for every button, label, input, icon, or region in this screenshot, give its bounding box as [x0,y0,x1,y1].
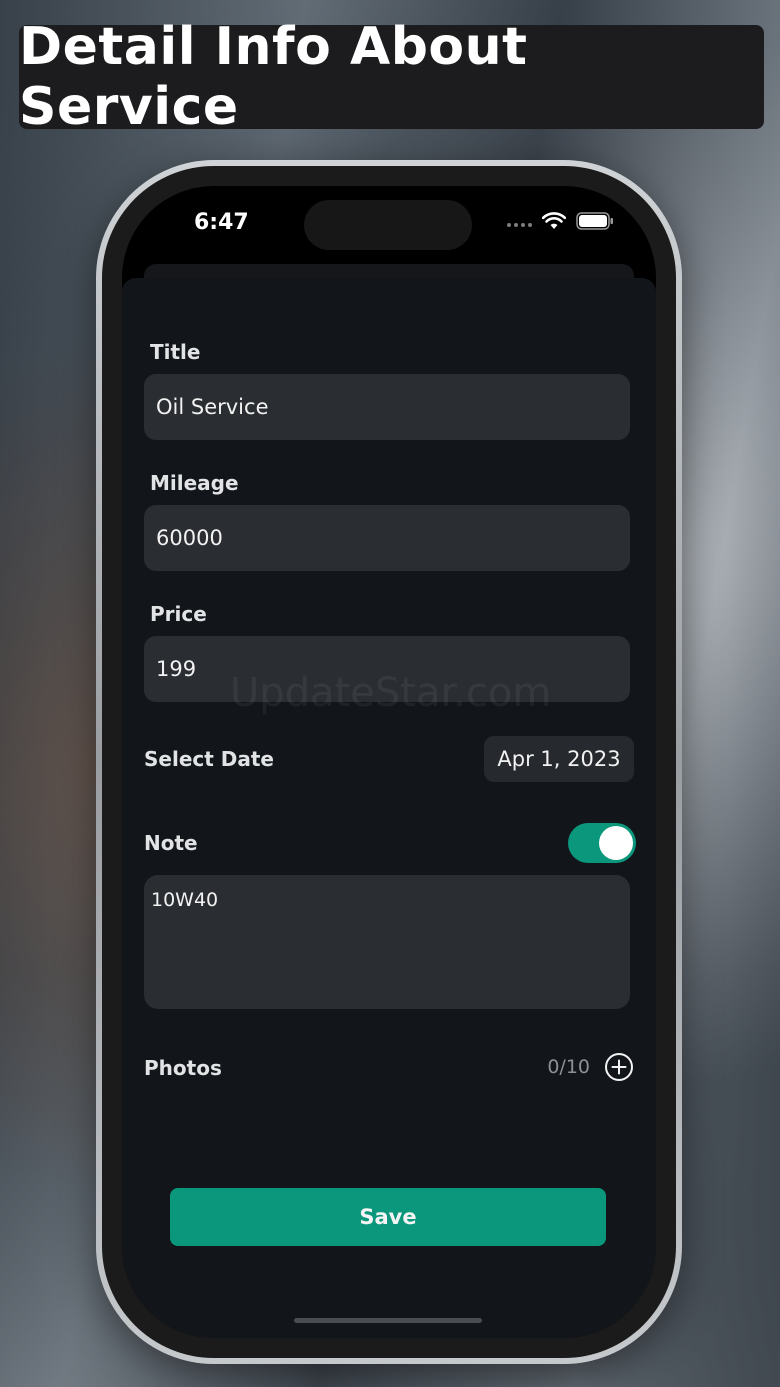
toggle-knob [599,826,633,860]
price-input-value: 199 [156,657,197,681]
home-indicator[interactable] [294,1318,482,1323]
date-value: Apr 1, 2023 [497,747,621,771]
photos-count: 0/10 [547,1056,590,1078]
status-time: 6:47 [194,210,249,235]
price-input[interactable]: 199 [144,636,630,702]
signal-dots-icon [507,223,532,227]
promo-banner: Detail Info About Service [19,17,764,137]
battery-icon [576,212,613,230]
service-detail-sheet: Title Oil Service Mileage 60000 Price 19… [122,278,656,1338]
add-photo-button[interactable] [604,1052,634,1082]
note-toggle[interactable] [568,823,636,863]
banner-title: Detail Info About Service [19,17,528,137]
save-button-label: Save [359,1205,417,1229]
note-label: Note [144,831,198,855]
title-label: Title [150,340,201,364]
mileage-input[interactable]: 60000 [144,505,630,571]
photos-label: Photos [144,1056,222,1080]
phone-bezel: 6:47 Title Oil Service Mileage 60000 Pri… [102,166,676,1358]
dynamic-island [304,200,472,250]
status-icons [507,212,614,230]
note-textarea[interactable]: 10W40 [144,875,630,1009]
phone-frame: 6:47 Title Oil Service Mileage 60000 Pri… [96,160,682,1364]
title-input-value: Oil Service [156,395,269,419]
mileage-input-value: 60000 [156,526,223,550]
phone-screen: 6:47 Title Oil Service Mileage 60000 Pri… [122,186,656,1338]
plus-circle-icon [605,1053,633,1081]
price-label: Price [150,602,207,626]
select-date-label: Select Date [144,747,274,771]
mileage-label: Mileage [150,471,239,495]
wifi-icon [542,212,566,229]
date-picker-button[interactable]: Apr 1, 2023 [484,736,634,782]
title-input[interactable]: Oil Service [144,374,630,440]
note-value: 10W40 [151,889,219,911]
save-button[interactable]: Save [170,1188,606,1246]
